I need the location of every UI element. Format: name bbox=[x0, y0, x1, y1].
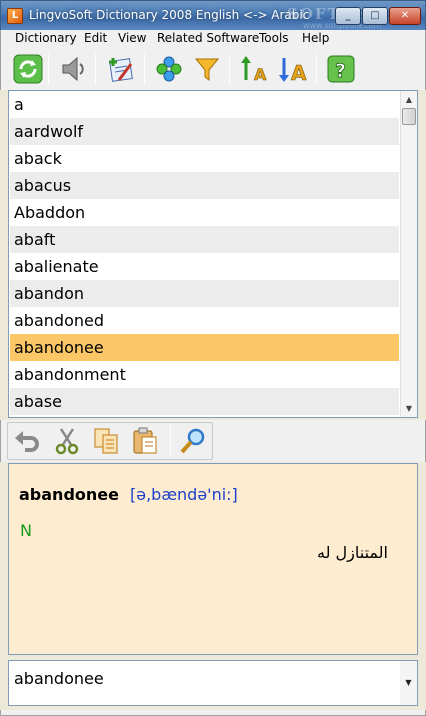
translation-text: المتنازل له bbox=[317, 543, 388, 562]
list-item[interactable]: a bbox=[10, 91, 399, 118]
scroll-down-arrow-icon[interactable]: ▼ bbox=[401, 400, 417, 417]
part-of-speech: N bbox=[20, 521, 32, 540]
list-item[interactable]: abaft bbox=[10, 226, 399, 253]
list-item[interactable]: abacus bbox=[10, 172, 399, 199]
speaker-button[interactable] bbox=[56, 52, 90, 86]
dropdown-arrow-icon[interactable]: ▼ bbox=[400, 661, 417, 705]
list-item[interactable]: Abaddon bbox=[10, 199, 399, 226]
menu-bar: Dictionary Edit View Related Software To… bbox=[0, 30, 426, 48]
cut-button[interactable] bbox=[50, 424, 84, 458]
edit-toolbar bbox=[0, 420, 426, 462]
scroll-thumb[interactable] bbox=[402, 108, 416, 125]
search-input[interactable] bbox=[9, 661, 401, 705]
word-list-scrollbar[interactable]: ▲ ▼ bbox=[400, 91, 417, 417]
list-item-selected[interactable]: abandonee bbox=[10, 334, 399, 361]
sort-ascending-button[interactable]: A bbox=[237, 52, 271, 86]
add-word-icon bbox=[109, 58, 133, 82]
copy-button[interactable] bbox=[89, 424, 123, 458]
scroll-up-arrow-icon[interactable]: ▲ bbox=[401, 91, 417, 108]
svg-text:A: A bbox=[254, 65, 267, 84]
add-word-button[interactable] bbox=[103, 52, 137, 86]
flower-button[interactable] bbox=[152, 52, 186, 86]
svg-text:?: ? bbox=[335, 60, 346, 82]
undo-icon bbox=[15, 431, 39, 452]
find-button[interactable] bbox=[176, 424, 210, 458]
menu-edit[interactable]: Edit bbox=[84, 31, 107, 45]
paste-icon bbox=[133, 427, 157, 454]
filter-button[interactable] bbox=[190, 52, 224, 86]
refresh-icon bbox=[13, 54, 43, 84]
menu-view[interactable]: View bbox=[118, 31, 146, 45]
list-item[interactable]: abalienate bbox=[10, 253, 399, 280]
help-icon: ? bbox=[327, 55, 355, 83]
title-bar[interactable]: L LingvoSoft Dictionary 2008 English <->… bbox=[0, 0, 426, 30]
headword: abandonee bbox=[19, 485, 119, 504]
list-item[interactable]: aback bbox=[10, 145, 399, 172]
list-item[interactable]: aardwolf bbox=[10, 118, 399, 145]
filter-icon bbox=[194, 58, 220, 81]
list-item[interactable]: abandonment bbox=[10, 361, 399, 388]
search-combobox[interactable]: ▼ bbox=[8, 660, 418, 706]
list-item[interactable]: abandon bbox=[10, 280, 399, 307]
copy-icon bbox=[94, 428, 118, 454]
search-icon bbox=[180, 428, 205, 454]
menu-related-software[interactable]: Related Software bbox=[157, 31, 259, 45]
window-frame-bottom bbox=[0, 710, 426, 716]
list-item[interactable]: abandoned bbox=[10, 307, 399, 334]
maximize-button[interactable]: □ bbox=[362, 7, 388, 25]
sort-descending-button[interactable]: A bbox=[275, 52, 309, 86]
paste-button[interactable] bbox=[128, 424, 162, 458]
transcription: [ə,bændə'ni:] bbox=[130, 485, 238, 504]
undo-button[interactable] bbox=[11, 424, 45, 458]
svg-text:A: A bbox=[291, 61, 307, 84]
help-button[interactable]: ? bbox=[324, 52, 358, 86]
speaker-icon bbox=[62, 56, 84, 82]
translation-panel: abandonee [ə,bændə'ni:] N المتنازل له bbox=[8, 463, 418, 655]
menu-help[interactable]: Help bbox=[302, 31, 329, 45]
app-icon: L bbox=[7, 8, 23, 24]
sort-descending-icon: A bbox=[279, 58, 307, 84]
close-button[interactable]: ✕ bbox=[389, 7, 421, 25]
menu-dictionary[interactable]: Dictionary bbox=[15, 31, 77, 45]
minimize-button[interactable]: _ bbox=[335, 7, 361, 25]
flower-icon bbox=[156, 56, 182, 82]
main-toolbar: A A ? bbox=[0, 48, 426, 90]
list-item[interactable]: abase bbox=[10, 388, 399, 415]
menu-tools[interactable]: Tools bbox=[259, 31, 289, 45]
word-list[interactable]: a aardwolf aback abacus Abaddon abaft ab… bbox=[8, 90, 418, 418]
cut-icon bbox=[55, 428, 79, 455]
refresh-button[interactable] bbox=[11, 52, 45, 86]
sort-ascending-icon: A bbox=[241, 56, 267, 84]
window-title: LingvoSoft Dictionary 2008 English <-> A… bbox=[29, 8, 310, 22]
